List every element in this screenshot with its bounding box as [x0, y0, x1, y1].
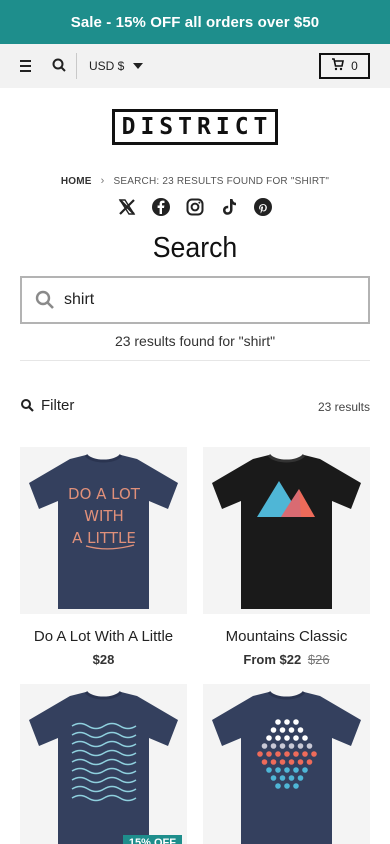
shirt-graphic-dot: [266, 751, 272, 757]
shirt-graphic-dot: [293, 751, 299, 757]
shirt-graphic-dot: [297, 743, 304, 749]
shirt-graphic-dot: [284, 751, 290, 757]
shirt-graphic-dot: [297, 759, 304, 765]
shirt-text-line-3: A LITTLE: [72, 529, 136, 547]
product-price: From $22 $26: [203, 652, 370, 667]
breadcrumb-current: SEARCH: 23 RESULTS FOUND FOR "SHIRT": [113, 175, 330, 187]
shirt-graphic-dot: [302, 751, 308, 757]
breadcrumb-separator: ›: [100, 175, 105, 187]
shirt-graphic-dot: [279, 759, 286, 765]
shirt-graphic-dot: [275, 767, 281, 773]
product-image[interactable]: 15% OFF: [20, 684, 187, 844]
product-title[interactable]: Do A Lot With A Little: [20, 628, 187, 645]
announcement-bar: Sale - 15% OFF all orders over $50: [0, 0, 390, 44]
page-title: Search: [152, 232, 238, 264]
shirt-graphic-dot: [306, 743, 313, 749]
shirt-graphic-dot: [261, 759, 268, 765]
product-image[interactable]: [203, 447, 370, 614]
shirt-graphic-dot: [257, 751, 263, 757]
shirt-graphic-dot: [266, 735, 272, 741]
currency-selector[interactable]: USD $: [89, 58, 144, 74]
shirt-graphic-dot: [261, 743, 268, 749]
shirt-graphic-dot: [288, 743, 295, 749]
tiktok-icon[interactable]: [219, 197, 239, 217]
shirt-text-line-1: DO A LOT: [68, 485, 141, 503]
top-bar: USD $ 0: [0, 44, 390, 88]
shirt-graphic-dot: [279, 727, 286, 733]
compare-at-price: $26: [307, 652, 330, 667]
cart-icon: [331, 58, 345, 74]
shirt-graphic-dot: [284, 735, 290, 741]
shirt-graphic-dot: [288, 727, 295, 733]
divider: [20, 360, 370, 361]
cart-button[interactable]: 0: [319, 53, 370, 79]
announcement-text: Sale - 15% OFF all orders over $50: [70, 13, 320, 31]
product-title[interactable]: Mountains Classic: [203, 628, 370, 645]
shirt-graphic-dot: [279, 775, 286, 781]
shirt-graphic-dot: [270, 743, 277, 749]
shirt-graphic-dot: [311, 751, 317, 757]
menu-icon[interactable]: [18, 58, 38, 74]
filter-button[interactable]: Filter: [20, 397, 74, 414]
shirt-graphic-dot: [284, 783, 290, 789]
shirt-graphic-dot: [270, 727, 277, 733]
facebook-icon[interactable]: [151, 197, 171, 217]
result-count: 23 results: [317, 400, 370, 414]
store-logo[interactable]: DISTRICT: [112, 109, 278, 145]
social-links: [0, 197, 390, 217]
breadcrumb: HOME › SEARCH: 23 RESULTS FOUND FOR "SHI…: [0, 175, 390, 187]
instagram-icon[interactable]: [185, 197, 205, 217]
shirt-graphic-dot: [288, 759, 295, 765]
shirt-graphic-dot: [293, 783, 299, 789]
shirt-graphic-dot: [275, 719, 281, 725]
shirt-graphic-dot: [270, 775, 277, 781]
shirt-graphic-dot: [302, 735, 308, 741]
shirt-graphic-dot: [302, 767, 308, 773]
shirt-graphic-dot: [275, 783, 281, 789]
shirt-graphic-dot: [297, 775, 304, 781]
chevron-down-icon: [133, 63, 144, 69]
pinterest-icon[interactable]: [253, 197, 273, 217]
search-input[interactable]: [64, 291, 334, 309]
search-icon[interactable]: [51, 57, 69, 75]
product-card[interactable]: Mountains Classic From $22 $26: [203, 447, 370, 667]
search-result-summary: 23 results found for "shirt": [114, 333, 276, 349]
shirt-graphic-dot: [293, 767, 299, 773]
search-icon: [20, 398, 35, 413]
product-image[interactable]: [203, 684, 370, 844]
shirt-graphic-dot: [284, 767, 290, 773]
shirt-graphic-dot: [288, 775, 295, 781]
search-icon[interactable]: [34, 289, 56, 311]
product-price: $28: [20, 652, 187, 667]
shirt-graphic-dot: [279, 743, 286, 749]
cart-count: 0: [351, 59, 358, 73]
product-card[interactable]: DO A LOT WITH A LITTLE Do A Lot With A L…: [20, 447, 187, 667]
breadcrumb-home[interactable]: HOME: [61, 176, 92, 187]
current-price: From $22: [243, 652, 302, 667]
x-icon[interactable]: [117, 197, 137, 217]
shirt-graphic-dot: [284, 719, 290, 725]
currency-label: USD $: [89, 59, 125, 73]
logo-text: DISTRICT: [121, 114, 273, 140]
shirt-graphic-dot: [293, 735, 299, 741]
filter-label: Filter: [41, 397, 75, 414]
shirt-graphic-dot: [266, 767, 272, 773]
shirt-graphic-dot: [293, 719, 299, 725]
product-card[interactable]: 15% OFF: [20, 684, 187, 844]
product-card[interactable]: [203, 684, 370, 844]
sale-badge: 15% OFF: [122, 835, 182, 844]
topbar-divider: [76, 53, 77, 79]
current-price: $28: [92, 652, 115, 667]
shirt-graphic-dot: [306, 759, 313, 765]
shirt-graphic-dot: [275, 735, 281, 741]
shirt-graphic-dot: [297, 727, 304, 733]
shirt-text-line-2: WITH: [84, 507, 124, 525]
search-field[interactable]: [20, 276, 370, 324]
shirt-graphic-dot: [270, 759, 277, 765]
product-image[interactable]: DO A LOT WITH A LITTLE: [20, 447, 187, 614]
shirt-graphic-dot: [275, 751, 281, 757]
